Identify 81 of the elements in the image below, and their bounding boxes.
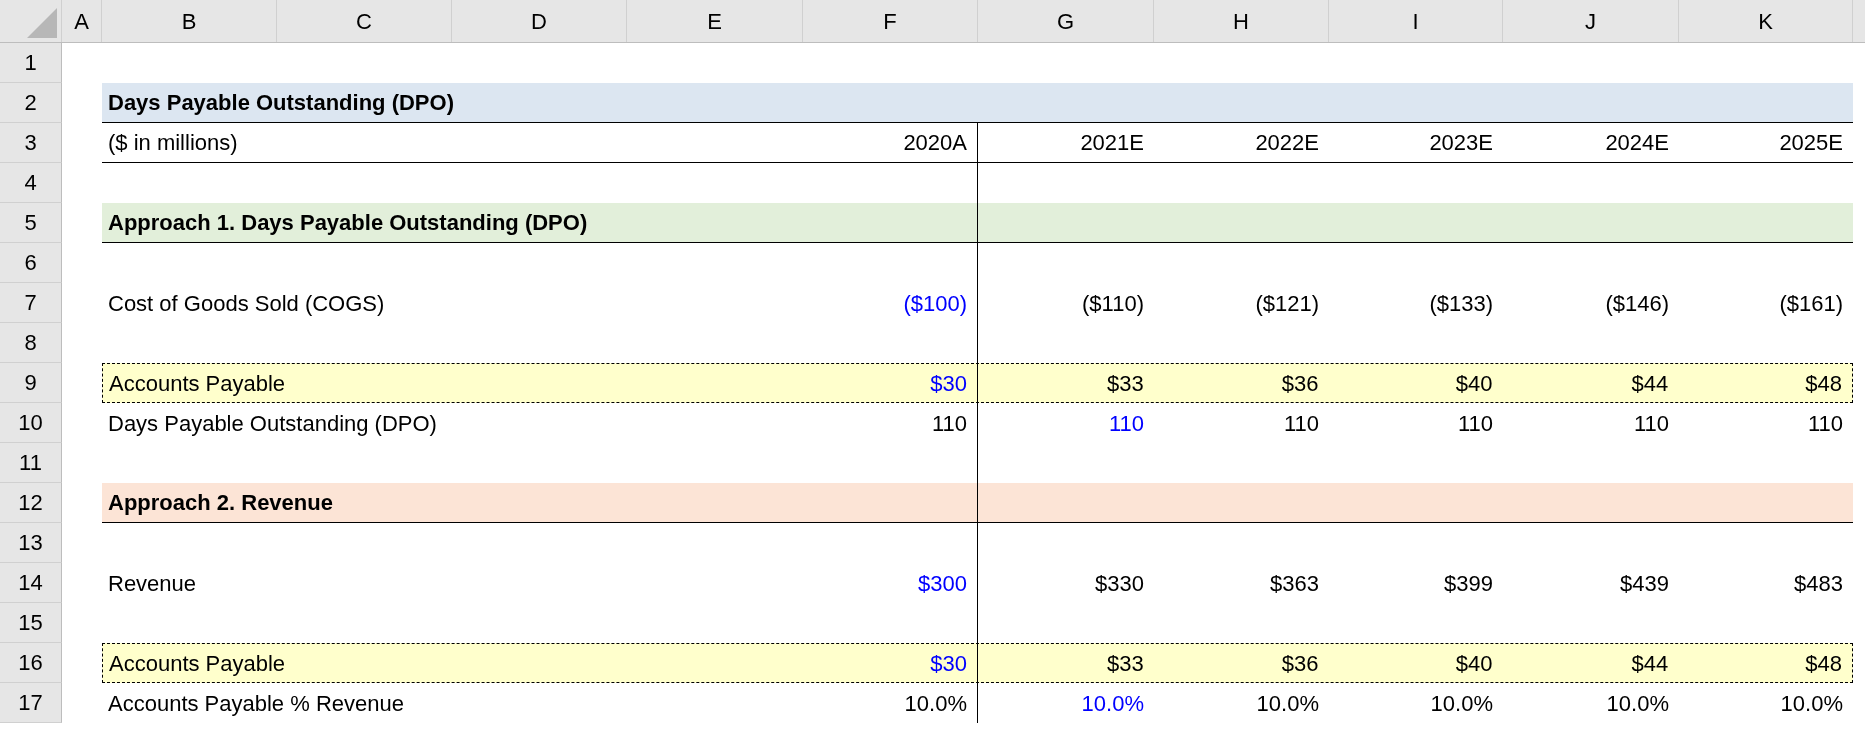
- value-cell-text: $399: [1444, 569, 1493, 598]
- value-cell-text: $40: [1455, 649, 1493, 678]
- value-cell-text: $30: [930, 649, 967, 678]
- section-heading: Approach 2. Revenue: [108, 489, 333, 517]
- row-label: Revenue: [108, 569, 197, 598]
- value-cell-text: $33: [1107, 369, 1144, 398]
- value-cell-text: ($133): [1429, 289, 1493, 318]
- year-header: 2024E: [1605, 129, 1669, 157]
- value-cell-text: $48: [1805, 369, 1842, 398]
- row-label: Cost of Goods Sold (COGS): [108, 289, 385, 318]
- value-cell-text: ($100): [903, 289, 967, 318]
- value-cell-text: 10.0%: [904, 689, 967, 718]
- year-header: 2020A: [903, 129, 967, 157]
- value-cell-text: 110: [1807, 409, 1843, 438]
- column-header[interactable]: F: [803, 0, 978, 42]
- value-cell-text: ($161): [1779, 289, 1843, 318]
- value-cell-text: $330: [1095, 569, 1144, 598]
- row-label: Days Payable Outstanding (DPO): [108, 409, 437, 438]
- row-header[interactable]: 11: [0, 443, 62, 483]
- value-cell-text: ($121): [1255, 289, 1319, 318]
- value-cell-text: 10.0%: [1256, 689, 1319, 718]
- row-header[interactable]: 12: [0, 483, 62, 523]
- column-header[interactable]: A: [62, 0, 102, 42]
- column-header[interactable]: G: [978, 0, 1154, 42]
- section-heading: Approach 1. Days Payable Outstanding (DPO): [108, 209, 588, 237]
- value-cell-text: ($110): [1082, 289, 1144, 318]
- row-header[interactable]: 5: [0, 203, 62, 243]
- row-header[interactable]: 3: [0, 123, 62, 163]
- value-cell-text: 10.0%: [1780, 689, 1843, 718]
- row-label: ($ in millions): [108, 129, 238, 157]
- year-header: 2022E: [1255, 129, 1319, 157]
- value-cell-text: $48: [1805, 649, 1842, 678]
- row-header[interactable]: 6: [0, 243, 62, 283]
- value-cell-text: 110: [1633, 409, 1669, 438]
- row-header[interactable]: 17: [0, 683, 62, 723]
- value-cell-text: $36: [1281, 369, 1319, 398]
- row-label: Accounts Payable: [109, 649, 286, 678]
- value-cell-text: 10.0%: [1081, 689, 1144, 718]
- value-cell-text: $300: [918, 569, 967, 598]
- row-header[interactable]: 2: [0, 83, 62, 123]
- year-header: 2025E: [1779, 129, 1843, 157]
- value-cell-text: 10.0%: [1430, 689, 1493, 718]
- row-label: Accounts Payable % Revenue: [108, 689, 404, 718]
- year-header: 2021E: [1080, 129, 1144, 157]
- row-header[interactable]: 1: [0, 43, 62, 83]
- row-header[interactable]: 14: [0, 563, 62, 603]
- column-header[interactable]: E: [627, 0, 803, 42]
- column-header[interactable]: C: [277, 0, 452, 42]
- value-cell-text: $439: [1620, 569, 1669, 598]
- column-header[interactable]: H: [1154, 0, 1329, 42]
- row-header[interactable]: 10: [0, 403, 62, 443]
- value-cell-text: $44: [1631, 649, 1669, 678]
- value-cell-text: 110: [1457, 409, 1493, 438]
- row-header[interactable]: 4: [0, 163, 62, 203]
- corner-triangle-icon: [27, 8, 57, 38]
- value-cell-text: 110: [1283, 409, 1319, 438]
- row-header[interactable]: 8: [0, 323, 62, 363]
- value-cell-text: ($146): [1605, 289, 1669, 318]
- value-cell-text: $483: [1794, 569, 1843, 598]
- value-cell-text: $44: [1631, 369, 1669, 398]
- value-cell-text: $36: [1281, 649, 1319, 678]
- row-header[interactable]: 16: [0, 643, 62, 683]
- value-cell-text: 110: [1108, 409, 1144, 438]
- value-cell-text: 110: [931, 409, 967, 438]
- column-header[interactable]: I: [1329, 0, 1503, 42]
- row-header[interactable]: 7: [0, 283, 62, 323]
- sheet-title: Days Payable Outstanding (DPO): [108, 89, 454, 117]
- value-cell-text: $363: [1270, 569, 1319, 598]
- column-header[interactable]: K: [1679, 0, 1853, 42]
- column-header[interactable]: J: [1503, 0, 1679, 42]
- value-cell-text: 10.0%: [1606, 689, 1669, 718]
- value-cell-text: $30: [930, 369, 967, 398]
- value-cell-text: $33: [1107, 649, 1144, 678]
- year-header: 2023E: [1429, 129, 1493, 157]
- column-header[interactable]: B: [102, 0, 277, 42]
- row-header[interactable]: 13: [0, 523, 62, 563]
- row-header[interactable]: 9: [0, 363, 62, 403]
- row-header[interactable]: 15: [0, 603, 62, 643]
- column-header[interactable]: D: [452, 0, 627, 42]
- value-cell-text: $40: [1455, 369, 1493, 398]
- row-label: Accounts Payable: [109, 369, 286, 398]
